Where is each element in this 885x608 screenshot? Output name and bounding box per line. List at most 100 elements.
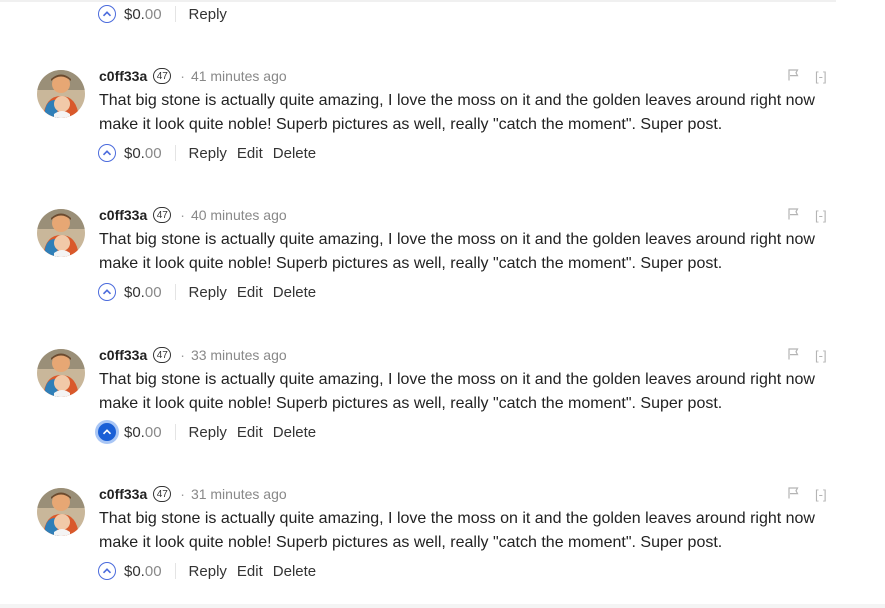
avatar[interactable] [37,209,85,257]
edit-link[interactable]: Edit [237,563,263,580]
divider [0,604,885,608]
avatar-image [37,209,85,257]
payout-fraction: 00 [144,283,162,301]
flag-icon[interactable] [788,486,799,502]
author-name[interactable]: c0ff33a [99,347,147,363]
divider [174,145,176,161]
collapse-toggle[interactable]: [-] [815,69,827,84]
comment-tools: [-] [788,345,827,365]
edit-link[interactable]: Edit [237,284,263,301]
edit-link[interactable]: Edit [237,424,263,441]
payout-fraction: 00 [144,423,162,441]
comment-body: That big stone is actually quite amazing… [99,371,815,412]
edit-link[interactable]: Edit [237,145,263,162]
delete-link[interactable]: Delete [273,424,316,441]
comment-header: c0ff33a 47 · 40 minutes ago [99,205,287,225]
delete-link[interactable]: Delete [273,284,316,301]
payout-whole: 0. [132,5,145,23]
payout-value[interactable]: $0. 00 [124,145,162,162]
reputation-badge: 47 [153,68,172,84]
upvote-button[interactable] [98,423,116,441]
flag-icon[interactable] [788,347,799,363]
upvote-button[interactable] [98,283,116,301]
divider [174,563,176,579]
upvote-button[interactable] [98,562,116,580]
payout-currency: $ [124,423,133,441]
comment-tools: [-] [788,66,827,86]
upvote-button[interactable] [98,144,116,162]
avatar-image [37,488,85,536]
collapse-toggle[interactable]: [-] [815,487,827,502]
separator-dot: · [180,347,185,363]
reputation-badge: 47 [153,486,172,502]
divider [174,424,176,440]
upvote-button[interactable] [98,5,116,23]
payout-value[interactable]: $0. 00 [124,6,162,23]
reply-link[interactable]: Reply [189,6,227,23]
flag-icon[interactable] [788,207,799,223]
avatar[interactable] [37,70,85,118]
delete-link[interactable]: Delete [273,563,316,580]
separator-dot: · [180,68,185,84]
payout-currency: $ [124,144,133,162]
comment-header: c0ff33a 47 · 31 minutes ago [99,484,287,504]
divider [174,6,176,22]
delete-link[interactable]: Delete [273,145,316,162]
payout-whole: 0. [132,144,145,162]
avatar-image [37,349,85,397]
parent-comment-actions: $0. 00 Reply [98,3,237,25]
flag-icon[interactable] [788,68,799,84]
comment-timestamp[interactable]: 40 minutes ago [191,207,287,223]
comment-timestamp[interactable]: 31 minutes ago [191,486,287,502]
avatar[interactable] [37,349,85,397]
author-name[interactable]: c0ff33a [99,68,147,84]
reply-link[interactable]: Reply [189,284,227,301]
payout-value[interactable]: $0. 00 [124,284,162,301]
chevron-up-icon [102,289,112,295]
comment-header: c0ff33a 47 · 33 minutes ago [99,345,287,365]
payout-fraction: 00 [144,144,162,162]
payout-currency: $ [124,562,133,580]
chevron-up-icon [102,11,112,17]
comment-actions: $0. 00 Reply Edit Delete [98,281,326,303]
divider [174,284,176,300]
comment-tools: [-] [788,205,827,225]
comments-page: $0.00 Reply c0ff33a 47 · 41 minutes ago [0,0,885,608]
collapse-toggle[interactable]: [-] [815,348,827,363]
collapse-toggle[interactable]: [-] [815,208,827,223]
reputation-badge: 47 [153,347,172,363]
payout-fraction: 00 [144,562,162,580]
comment-timestamp[interactable]: 41 minutes ago [191,68,287,84]
divider [0,0,836,2]
comment-body: That big stone is actually quite amazing… [99,231,815,272]
reply-link[interactable]: Reply [189,563,227,580]
payout-currency: $ [124,5,133,23]
chevron-up-icon [102,568,112,574]
comment-actions: $0. 00 Reply Edit Delete [98,421,326,443]
comment-body: That big stone is actually quite amazing… [99,92,815,133]
comment-tools: [-] [788,484,827,504]
comment-actions: $0. 00 Reply Edit Delete [98,142,326,164]
author-name[interactable]: c0ff33a [99,486,147,502]
avatar[interactable] [37,488,85,536]
chevron-up-icon [102,429,112,435]
reply-link[interactable]: Reply [189,145,227,162]
payout-fraction: 00 [144,5,162,23]
payout-whole: 0. [132,562,145,580]
separator-dot: · [180,207,185,223]
chevron-up-icon [102,150,112,156]
avatar-image [37,70,85,118]
comment-actions: $0. 00 Reply Edit Delete [98,560,326,582]
separator-dot: · [180,486,185,502]
comment-body: That big stone is actually quite amazing… [99,510,815,551]
reply-link[interactable]: Reply [189,424,227,441]
comment-timestamp[interactable]: 33 minutes ago [191,347,287,363]
author-name[interactable]: c0ff33a [99,207,147,223]
reputation-badge: 47 [153,207,172,223]
payout-whole: 0. [132,283,145,301]
comment-header: c0ff33a 47 · 41 minutes ago [99,66,287,86]
payout-whole: 0. [132,423,145,441]
payout-currency: $ [124,283,133,301]
payout-value[interactable]: $0. 00 [124,424,162,441]
payout-value[interactable]: $0. 00 [124,563,162,580]
